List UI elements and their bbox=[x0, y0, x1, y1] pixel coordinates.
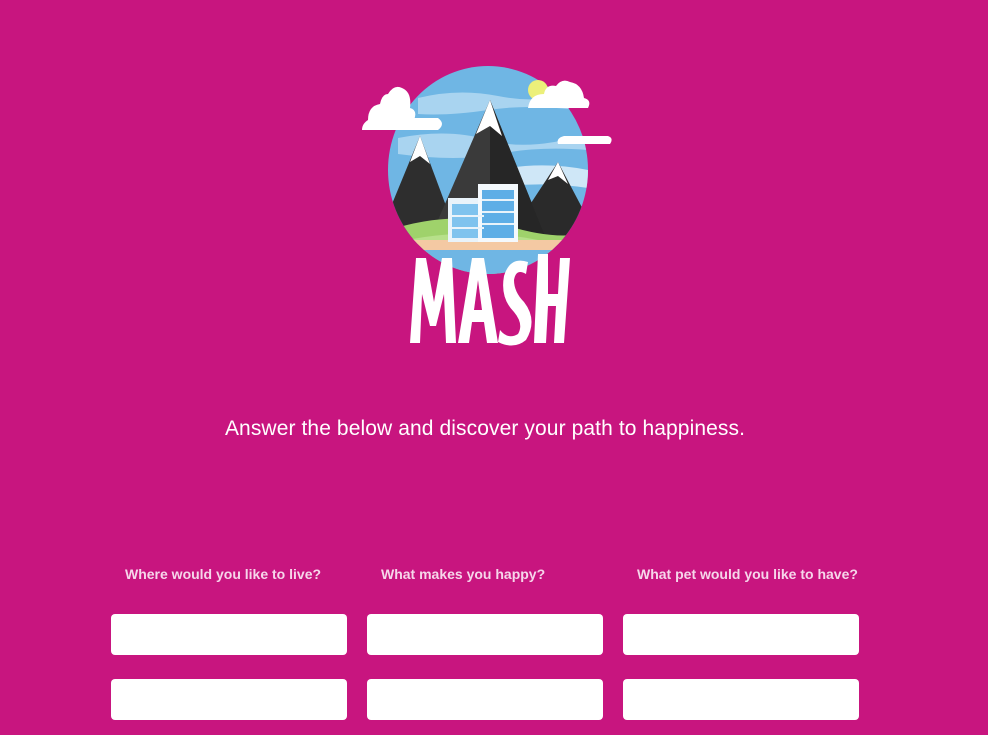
question-label-happy: What makes you happy? bbox=[381, 566, 546, 582]
happy-input-1[interactable] bbox=[367, 614, 603, 655]
live-input-2[interactable] bbox=[111, 679, 347, 720]
mash-logo bbox=[362, 66, 612, 346]
tagline: Answer the below and discover your path … bbox=[224, 417, 746, 440]
question-label-live: Where would you like to live? bbox=[125, 566, 322, 582]
pet-input-2[interactable] bbox=[623, 679, 859, 720]
mash-page: Answer the below and discover your path … bbox=[0, 0, 988, 735]
question-label-pet: What pet would you like to have? bbox=[637, 566, 858, 582]
happy-input-2[interactable] bbox=[367, 679, 603, 720]
live-input-1[interactable] bbox=[111, 614, 347, 655]
pet-input-1[interactable] bbox=[623, 614, 859, 655]
